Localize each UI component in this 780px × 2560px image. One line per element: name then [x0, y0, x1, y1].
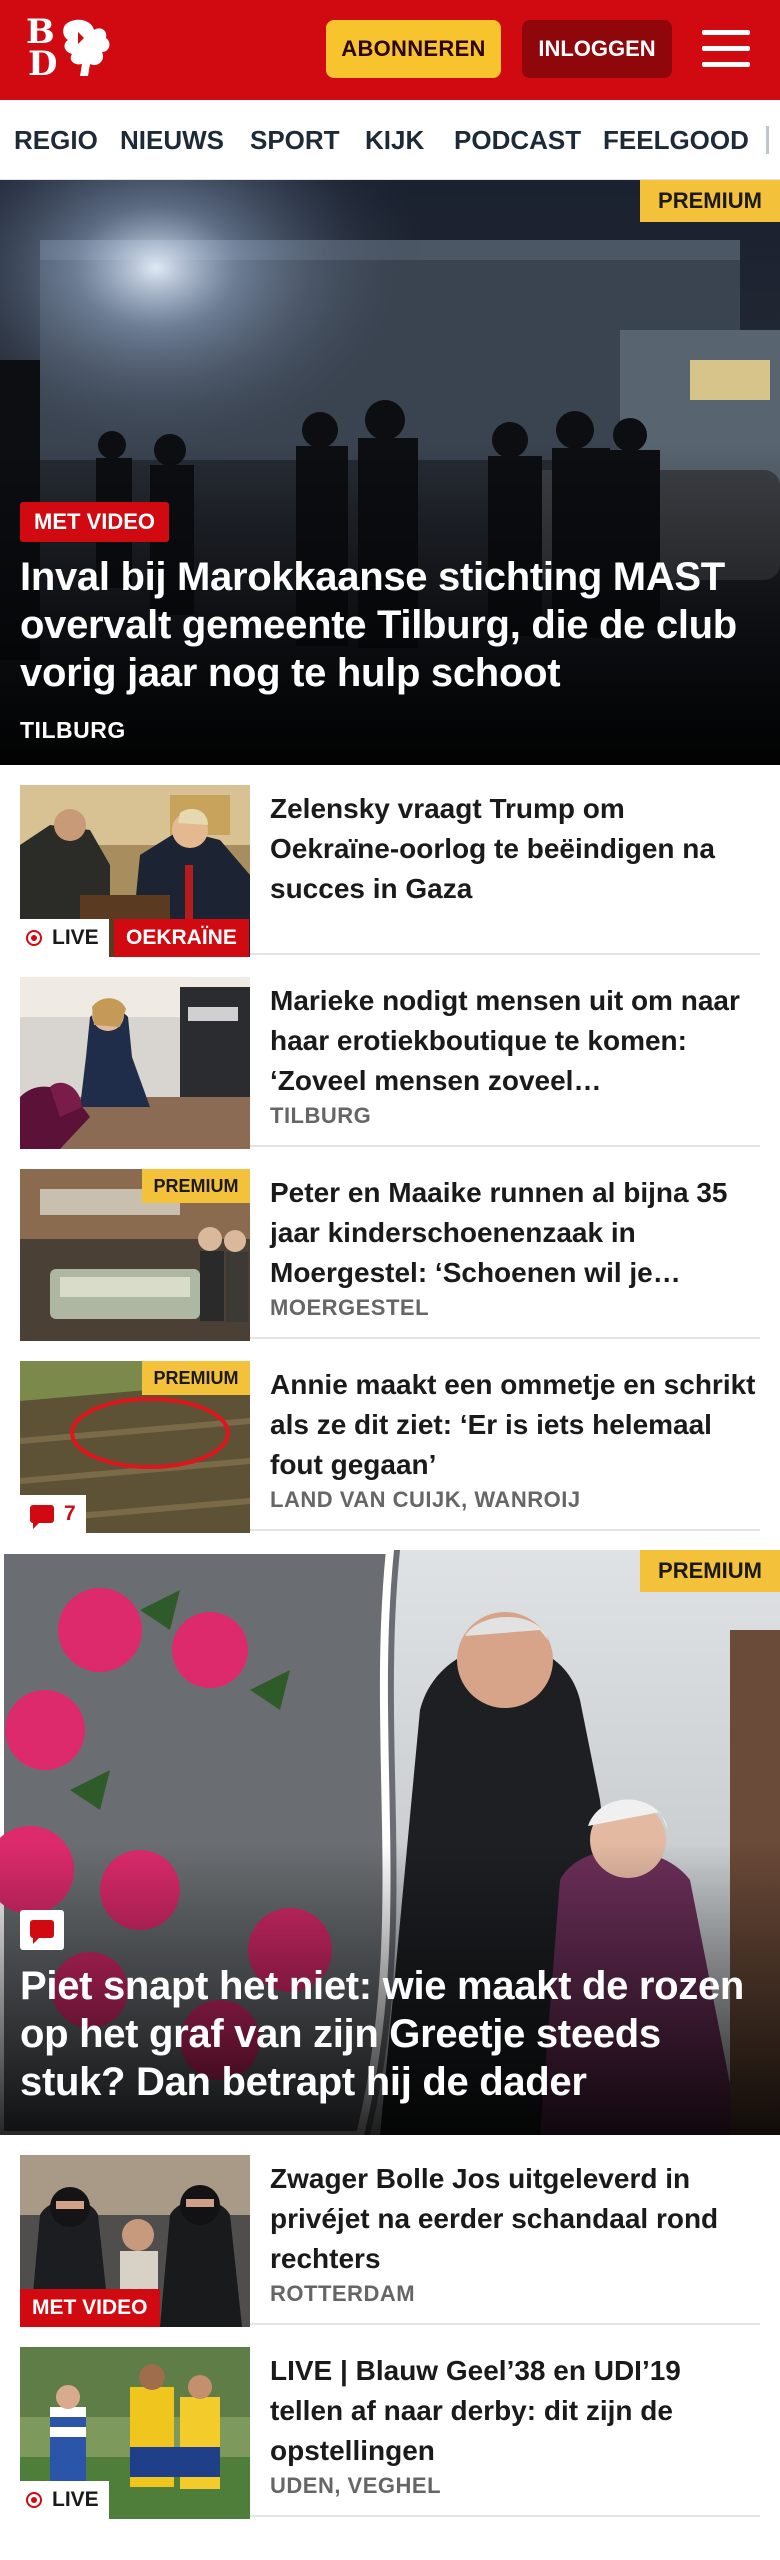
comment-count: 7 — [64, 1502, 76, 1525]
nav-item-kijk[interactable]: KIJK — [365, 100, 424, 179]
live-badge: LIVE — [20, 919, 109, 957]
comment-icon — [30, 1505, 54, 1529]
article-location: TILBURG — [270, 1103, 372, 1128]
hamburger-line — [702, 46, 750, 51]
video-tag: MET VIDEO — [20, 2289, 160, 2327]
hero-article[interactable]: PREMIUM MET VIDEO Inval bij Marokkaanse … — [0, 180, 780, 765]
live-dot-icon — [26, 930, 42, 946]
hamburger-line — [702, 62, 750, 67]
nav-item-nieuws[interactable]: NIEUWS — [120, 100, 224, 179]
nav-item-podcast[interactable]: PODCAST — [454, 100, 581, 179]
nav-item-sport[interactable]: SPORT — [250, 100, 340, 179]
premium-badge: PREMIUM — [640, 180, 780, 222]
article-thumbnail[interactable]: PREMIUM 7 — [20, 1361, 250, 1533]
article-title[interactable]: Zelensky vraagt Trump om Oekraïne-oorlog… — [270, 789, 760, 909]
hamburger-line — [702, 30, 750, 35]
hero-title[interactable]: Inval bij Marokkaanse stichting MAST ove… — [20, 553, 770, 697]
article-title[interactable]: Peter en Maaike runnen al bijna 35 jaar … — [270, 1173, 760, 1293]
article-row[interactable]: LIVE OEKRAÏNE Zelensky vraagt Trump om O… — [20, 765, 760, 957]
article-title[interactable]: LIVE | Blauw Geel’38 en UDI’19 tellen af… — [270, 2351, 760, 2471]
article-thumbnail[interactable]: MET VIDEO — [20, 2155, 250, 2327]
category-badge: OEKRAÏNE — [114, 919, 249, 957]
article-row[interactable]: PREMIUM 7 Annie maakt een ommetje en sch… — [20, 1341, 760, 1533]
top-header: B D ABONNEREN INLOGGEN — [0, 0, 780, 100]
article-row[interactable]: LIVE LIVE | Blauw Geel’38 en UDI’19 tell… — [20, 2327, 760, 2519]
comment-count-badge[interactable]: 7 — [20, 1495, 86, 1533]
article-title[interactable]: Annie maakt een ommetje en schrikt als z… — [270, 1365, 760, 1485]
logo-letter-d: D — [28, 44, 58, 84]
premium-badge: PREMIUM — [142, 1169, 250, 1203]
live-label: LIVE — [52, 2488, 99, 2511]
article-location: LAND VAN CUIJK, WANROIJ — [270, 1487, 581, 1512]
hero-location: TILBURG — [20, 717, 126, 743]
nav-overflow-indicator — [766, 126, 769, 154]
article-thumbnail[interactable]: LIVE OEKRAÏNE — [20, 785, 250, 957]
article-title[interactable]: Zwager Bolle Jos uitgeleverd in privéjet… — [270, 2159, 760, 2279]
bd-logo[interactable]: B D — [26, 15, 116, 86]
live-label: LIVE — [52, 926, 99, 949]
nav-item-feelgood[interactable]: FEELGOOD — [603, 100, 749, 179]
premium-badge: PREMIUM — [640, 1550, 780, 1592]
section-nav: REGIO NIEUWS SPORT KIJK PODCAST FEELGOOD — [0, 100, 780, 180]
video-tag: MET VIDEO — [20, 502, 170, 542]
feature-title[interactable]: Piet snapt het niet: wie maakt de rozen … — [20, 1962, 770, 2106]
article-location: ROTTERDAM — [270, 2281, 416, 2306]
comment-icon[interactable] — [20, 1910, 64, 1950]
live-dot-icon — [26, 2492, 42, 2508]
feature-article[interactable]: PREMIUM Piet snapt het niet: wie maakt d… — [0, 1550, 780, 2135]
article-title[interactable]: Marieke nodigt mensen uit om naar haar e… — [270, 981, 760, 1101]
nav-item-regio[interactable]: REGIO — [14, 100, 98, 179]
article-thumbnail[interactable] — [20, 977, 250, 1149]
subscribe-button[interactable]: ABONNEREN — [326, 20, 501, 78]
lion-logo-icon — [63, 19, 110, 77]
article-location: MOERGESTEL — [270, 1295, 430, 1320]
article-thumbnail[interactable]: PREMIUM — [20, 1169, 250, 1341]
article-thumbnail[interactable]: LIVE — [20, 2347, 250, 2519]
login-button[interactable]: INLOGGEN — [522, 20, 672, 78]
article-row[interactable]: PREMIUM Peter en Maaike runnen al bijna … — [20, 1149, 760, 1341]
article-row[interactable]: MET VIDEO Zwager Bolle Jos uitgeleverd i… — [20, 2135, 760, 2327]
article-location: UDEN, VEGHEL — [270, 2473, 442, 2498]
comment-bubble-icon — [30, 1920, 54, 1944]
hamburger-icon[interactable] — [702, 28, 750, 70]
live-badge: LIVE — [20, 2481, 109, 2519]
article-photo — [20, 977, 250, 1149]
article-row[interactable]: Marieke nodigt mensen uit om naar haar e… — [20, 957, 760, 1149]
premium-badge: PREMIUM — [142, 1361, 250, 1395]
